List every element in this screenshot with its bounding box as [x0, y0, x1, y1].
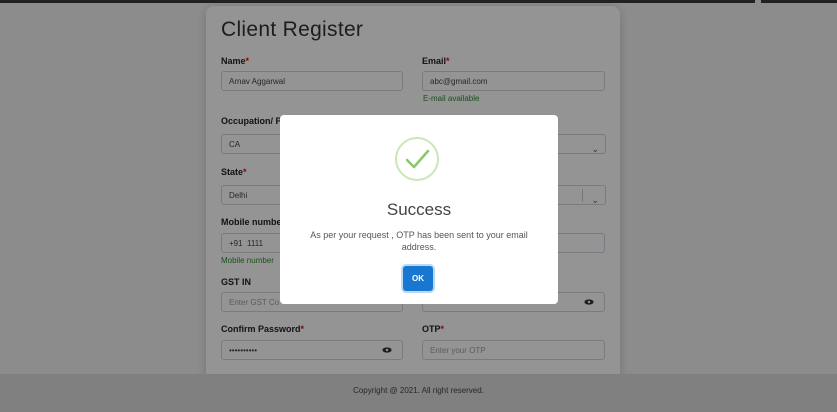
success-check-circle — [395, 137, 439, 181]
ok-button[interactable]: OK — [403, 266, 433, 291]
success-dialog: Success As per your request , OTP has be… — [280, 115, 558, 304]
dialog-message: As per your request , OTP has been sent … — [310, 230, 528, 252]
check-icon — [405, 149, 430, 169]
dialog-title: Success — [386, 200, 452, 219]
